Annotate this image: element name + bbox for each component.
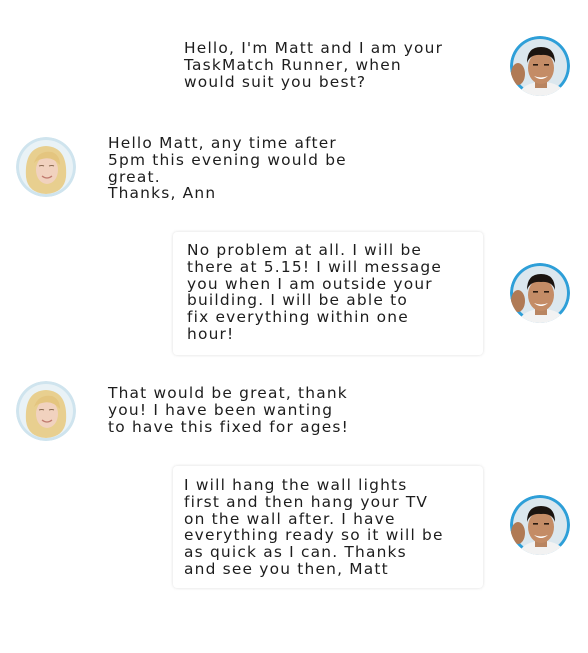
female-customer-avatar-icon [16,381,76,441]
male-runner-avatar-icon [510,263,570,323]
female-customer-avatar-icon [16,137,76,197]
chat-conversation: Hello, I'm Matt and I am your TaskMatch … [0,0,588,653]
message-bubble-customer: That would be great, thank you! I have b… [96,376,408,446]
message-bubble-runner: I will hang the wall lights first and th… [173,466,483,588]
message-bubble-runner: Hello, I'm Matt and I am your TaskMatch … [170,33,488,103]
message-bubble-runner: No problem at all. I will be there at 5.… [173,232,483,355]
male-runner-avatar-icon [510,495,570,555]
male-runner-avatar-icon [510,36,570,96]
message-bubble-customer: Hello Matt, any time after 5pm this even… [96,127,408,213]
